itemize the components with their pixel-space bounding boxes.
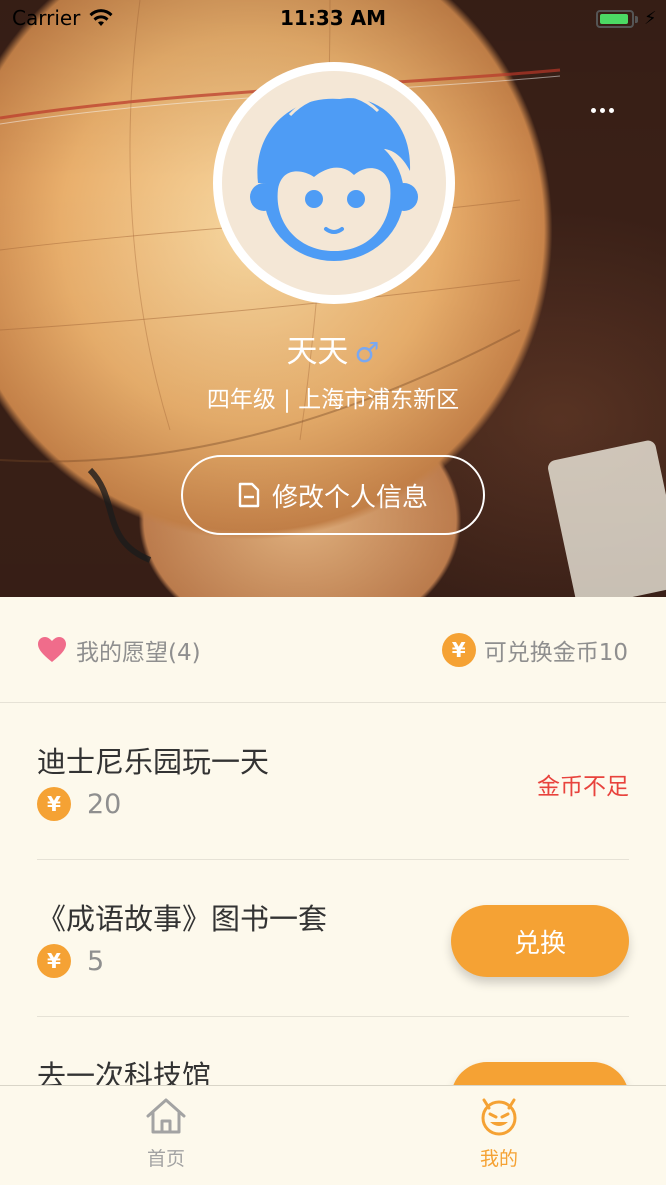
tab-mine[interactable]: 我的 (439, 1096, 559, 1171)
wish-price-value: 20 (87, 788, 122, 820)
edit-profile-label: 修改个人信息 (271, 482, 428, 513)
wish-title: 迪士尼乐园玩一天 (37, 745, 270, 779)
redeem-button[interactable]: 兑换 (451, 1062, 629, 1085)
wish-price: ¥ 20 (37, 787, 121, 821)
tab-bar: 首页 我的 (0, 1085, 666, 1185)
male-icon: ♂ (354, 336, 380, 369)
wish-list[interactable]: 迪士尼乐园玩一天 ¥ 20 金币不足 《成语故事》图书一套 ¥ 5 兑换 去一次… (0, 703, 666, 1085)
my-wishes-link[interactable]: 我的愿望(4) (38, 633, 201, 667)
profile-name-row: 天天 ♂ (0, 326, 666, 371)
profile-name: 天天 (286, 334, 349, 370)
insufficient-coins-label: 金币不足 (537, 774, 629, 800)
coin-icon: ¥ (37, 944, 71, 978)
profile-header: Carrier 11:33 AM ⚡ 天天 ♂ 四年级 | 上海市浦东新区 修改… (0, 0, 666, 597)
edit-profile-button[interactable]: 修改个人信息 (181, 455, 485, 535)
available-coins: ¥ 可兑换金币10 (441, 633, 628, 667)
battery-icon (596, 10, 638, 28)
list-item: 《成语故事》图书一套 ¥ 5 兑换 (37, 860, 629, 1017)
wish-price-value: 5 (87, 945, 105, 977)
status-time: 11:33 AM (279, 6, 386, 30)
wish-title: 去一次科技馆 (37, 1059, 212, 1085)
charging-icon: ⚡ (644, 8, 657, 29)
available-coins-label: 可兑换金币10 (483, 640, 628, 666)
tab-mine-label: 我的 (479, 1148, 518, 1170)
boy-face-icon (250, 92, 418, 261)
wish-title: 《成语故事》图书一套 (37, 902, 328, 936)
stats-bar: 我的愿望(4) ¥ 可兑换金币10 (0, 597, 666, 703)
wish-price: ¥ 5 (37, 944, 104, 978)
my-wishes-label: 我的愿望(4) (76, 640, 201, 666)
status-bar: Carrier 11:33 AM ⚡ (0, 0, 666, 40)
coin-icon: ¥ (37, 787, 71, 821)
tab-home-label: 首页 (146, 1148, 185, 1170)
profile-info: 四年级 | 上海市浦东新区 (206, 387, 460, 413)
tab-home[interactable]: 首页 (106, 1096, 226, 1171)
list-item: 去一次科技馆 兑换 (37, 1017, 629, 1085)
avatar[interactable] (222, 71, 446, 295)
document-icon (238, 482, 260, 508)
coin-icon: ¥ (441, 633, 476, 667)
more-options-button[interactable] (582, 95, 622, 125)
home-icon (146, 1098, 186, 1134)
redeem-button[interactable]: 兑换 (451, 905, 629, 977)
more-icon (590, 107, 596, 113)
list-item: 迪士尼乐园玩一天 ¥ 20 金币不足 (37, 703, 629, 860)
heart-icon (38, 637, 66, 662)
devil-face-icon (481, 1098, 517, 1136)
